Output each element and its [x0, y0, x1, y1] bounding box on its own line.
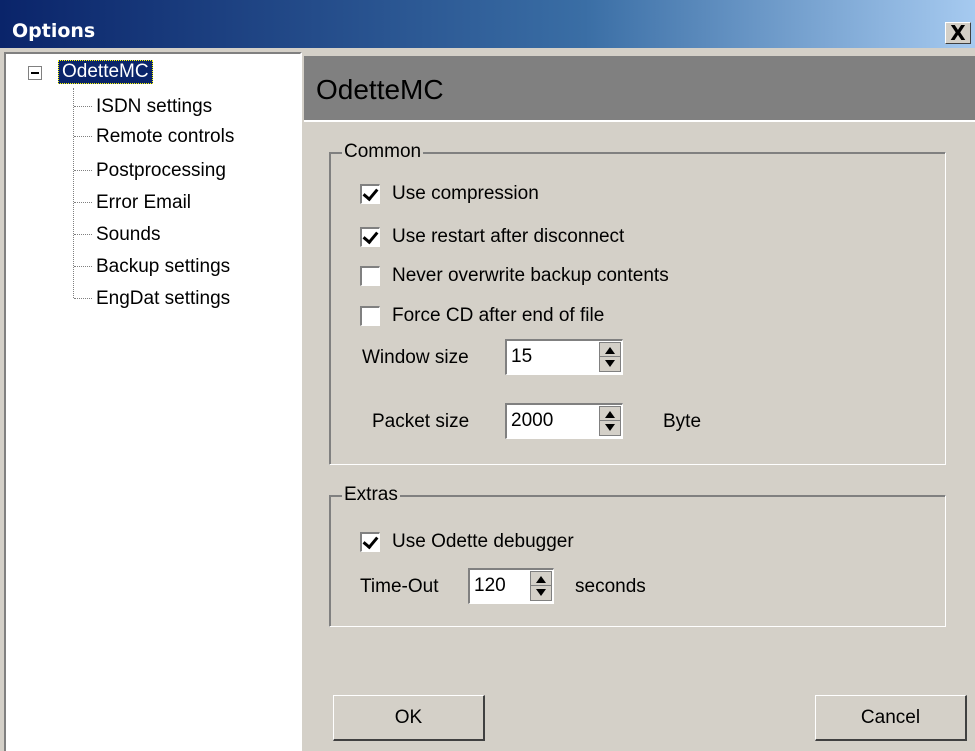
timeout-label: Time-Out	[360, 576, 439, 597]
window-size-label: Window size	[362, 347, 469, 368]
checkbox-unchecked-icon	[360, 266, 380, 286]
timeout-unit: seconds	[575, 576, 646, 597]
window-title: Options	[12, 20, 96, 42]
tree-item-label: Backup settings	[96, 256, 231, 277]
checkbox-checked-icon	[360, 227, 380, 247]
tree-item-label: ISDN settings	[96, 96, 213, 117]
use-odette-debugger-checkbox[interactable]: Use Odette debugger	[360, 531, 574, 553]
options-tree[interactable]: OdetteMC ISDN settings Remote controls P…	[4, 52, 302, 751]
ok-button[interactable]: OK	[333, 695, 485, 741]
cancel-button[interactable]: Cancel	[815, 695, 967, 741]
tree-item-error-email[interactable]: Error Email	[74, 188, 191, 218]
tree-item-backup-settings[interactable]: Backup settings	[74, 252, 230, 282]
use-restart-checkbox[interactable]: Use restart after disconnect	[360, 226, 624, 248]
window-size-spin-buttons[interactable]	[599, 342, 621, 372]
spin-up-icon[interactable]	[605, 411, 615, 418]
checkbox-label: Use restart after disconnect	[392, 226, 625, 247]
tree-item-sounds[interactable]: Sounds	[74, 220, 160, 250]
checkbox-label: Force CD after end of file	[392, 305, 605, 326]
packet-size-unit: Byte	[663, 411, 702, 432]
timeout-spin-buttons[interactable]	[530, 571, 552, 601]
checkbox-checked-icon	[360, 532, 380, 552]
checkbox-checked-icon	[360, 184, 380, 204]
tree-item-label: Remote controls	[96, 126, 235, 147]
tree-item-label: Postprocessing	[96, 160, 226, 181]
packet-size-value: 2000	[511, 410, 554, 431]
spin-up-icon[interactable]	[536, 576, 546, 583]
checkbox-unchecked-icon	[360, 306, 380, 326]
window-size-spinner[interactable]: 15	[505, 339, 623, 375]
extras-group: Extras Use Odette debugger Time-Out 120 …	[329, 484, 946, 627]
tree-item-odettemc[interactable]: OdetteMC	[58, 60, 153, 84]
close-button[interactable]: X	[945, 22, 971, 44]
checkbox-label: Use compression	[392, 183, 539, 204]
tree-item-engdat-settings[interactable]: EngDat settings	[74, 284, 230, 314]
page-title: OdetteMC	[316, 74, 444, 105]
timeout-value: 120	[474, 575, 506, 596]
common-legend: Common	[342, 141, 424, 163]
tree-item-isdn-settings[interactable]: ISDN settings	[74, 92, 212, 122]
tree-item-postprocessing[interactable]: Postprocessing	[74, 156, 226, 186]
tree-item-label: Error Email	[96, 192, 192, 213]
extras-legend: Extras	[342, 484, 400, 506]
tree-item-remote-controls[interactable]: Remote controls	[74, 122, 234, 152]
force-cd-checkbox[interactable]: Force CD after end of file	[360, 305, 604, 327]
never-overwrite-checkbox[interactable]: Never overwrite backup contents	[360, 265, 669, 287]
spin-down-icon[interactable]	[605, 424, 615, 431]
tree-item-label: Sounds	[96, 224, 161, 245]
page-header: OdetteMC	[304, 56, 975, 122]
checkbox-label: Never overwrite backup contents	[392, 265, 669, 286]
window-size-value: 15	[511, 346, 533, 367]
spin-down-icon[interactable]	[605, 360, 615, 367]
tree-item-label: EngDat settings	[96, 288, 231, 309]
use-compression-checkbox[interactable]: Use compression	[360, 183, 539, 205]
timeout-spinner[interactable]: 120	[468, 568, 554, 604]
spin-down-icon[interactable]	[536, 589, 546, 596]
close-icon: X	[950, 21, 966, 45]
packet-size-label: Packet size	[372, 411, 470, 432]
collapse-icon[interactable]	[28, 66, 42, 80]
common-group: Common Use compression Use restart after…	[329, 141, 946, 465]
spin-up-icon[interactable]	[605, 347, 615, 354]
checkbox-label: Use Odette debugger	[392, 531, 574, 552]
title-bar: Options X	[0, 0, 975, 48]
packet-size-spin-buttons[interactable]	[599, 406, 621, 436]
packet-size-spinner[interactable]: 2000	[505, 403, 623, 439]
